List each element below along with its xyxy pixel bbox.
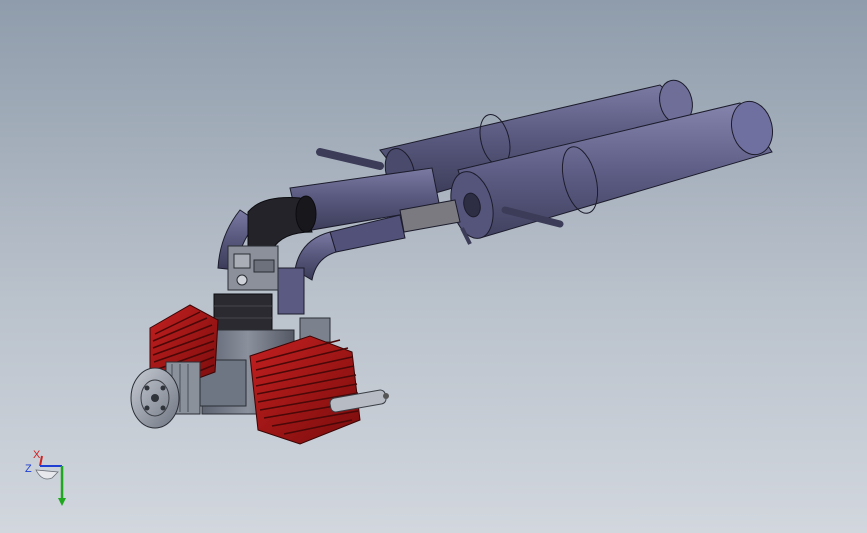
x-axis-label: X bbox=[33, 449, 41, 461]
propeller-hub[interactable] bbox=[130, 361, 201, 429]
cylinder-right[interactable] bbox=[249, 335, 361, 445]
graphics-viewport[interactable]: X Z bbox=[0, 0, 867, 533]
y-axis-arrowhead bbox=[58, 498, 66, 506]
z-axis-label: Z bbox=[25, 463, 32, 475]
triad-plane-icon bbox=[35, 469, 59, 480]
reference-triad[interactable]: X Z bbox=[22, 448, 82, 512]
carburetor[interactable] bbox=[227, 245, 279, 291]
intake-elbow[interactable] bbox=[247, 195, 317, 251]
engine-assembly-model[interactable] bbox=[0, 0, 867, 533]
